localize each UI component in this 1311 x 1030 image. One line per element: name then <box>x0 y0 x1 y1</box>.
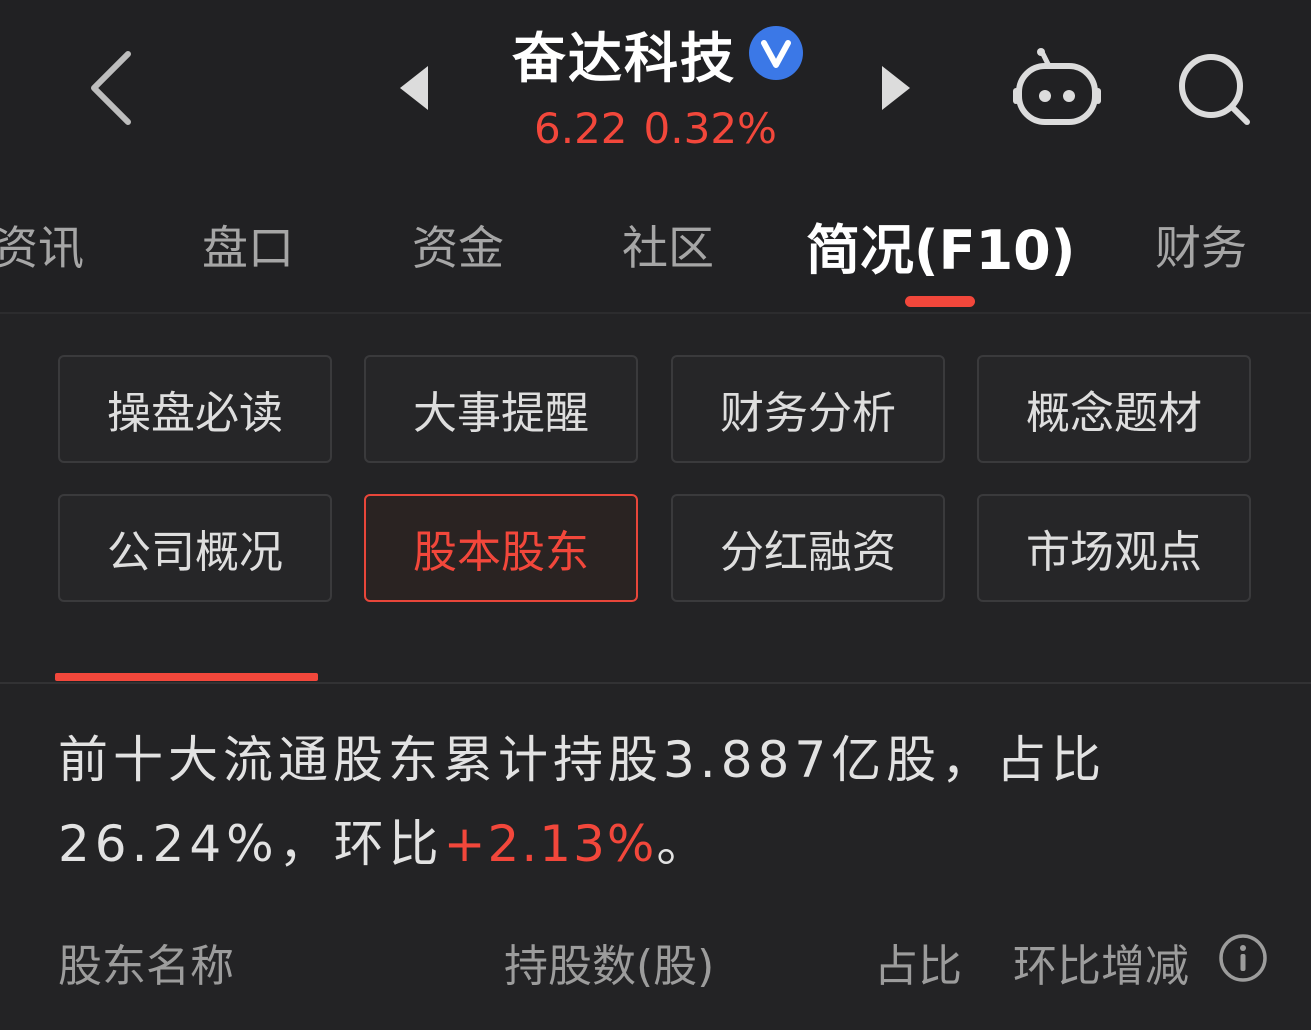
stock-quote: 6.22 0.32% <box>0 104 1311 153</box>
sub-tab-indicator <box>55 673 318 681</box>
column-header-ratio: 占比 <box>874 941 962 992</box>
active-tab-indicator <box>905 296 975 307</box>
tab-news[interactable]: 资讯 <box>0 212 84 278</box>
tab-community[interactable]: 社区 <box>622 212 714 278</box>
column-header-change: 环比增减 <box>1013 941 1189 992</box>
section-trading-guide-button[interactable]: 操盘必读 <box>58 355 332 463</box>
shareholder-summary: 前十大流通股东累计持股3.887亿股，占比26.24%，环比+2.13%。 <box>58 718 1268 886</box>
stock-title: 奋达科技 <box>512 18 804 90</box>
summary-change-value: +2.13% <box>443 815 657 873</box>
stock-name: 奋达科技 <box>512 26 736 90</box>
section-market-views-button[interactable]: 市场观点 <box>977 494 1251 602</box>
info-icon[interactable] <box>1218 933 1268 983</box>
section-dividends-button[interactable]: 分红融资 <box>671 494 945 602</box>
tab-finance[interactable]: 财务 <box>1155 212 1247 278</box>
tab-order-book[interactable]: 盘口 <box>202 212 294 278</box>
section-financial-analysis-button[interactable]: 财务分析 <box>671 355 945 463</box>
stock-price: 6.22 <box>534 104 628 153</box>
section-concepts-button[interactable]: 概念题材 <box>977 355 1251 463</box>
next-stock-icon[interactable] <box>880 64 912 112</box>
stock-header: 奋达科技 6.22 0.32% <box>0 0 1311 170</box>
tab-f10-overview[interactable]: 简况(F10) <box>806 206 1075 285</box>
summary-end: 。 <box>656 815 712 873</box>
stock-change-pct: 0.32% <box>643 104 777 153</box>
section-shareholders-button[interactable]: 股本股东 <box>364 494 638 602</box>
section-events-button[interactable]: 大事提醒 <box>364 355 638 463</box>
column-header-shares: 持股数(股) <box>504 941 715 992</box>
tab-fund-flow[interactable]: 资金 <box>412 212 504 278</box>
column-header-name: 股东名称 <box>58 941 234 992</box>
robot-assistant-icon[interactable] <box>1012 46 1102 128</box>
search-icon[interactable] <box>1175 50 1255 130</box>
verified-icon <box>749 26 803 80</box>
f10-section-grid: 操盘必读 大事提醒 财务分析 概念题材 公司概况 股本股东 分红融资 市场观点 <box>0 312 1311 682</box>
tab-bar: 资讯 盘口 资金 社区 简况(F10) 财务 <box>0 170 1311 314</box>
section-divider <box>0 682 1311 684</box>
section-company-profile-button[interactable]: 公司概况 <box>58 494 332 602</box>
